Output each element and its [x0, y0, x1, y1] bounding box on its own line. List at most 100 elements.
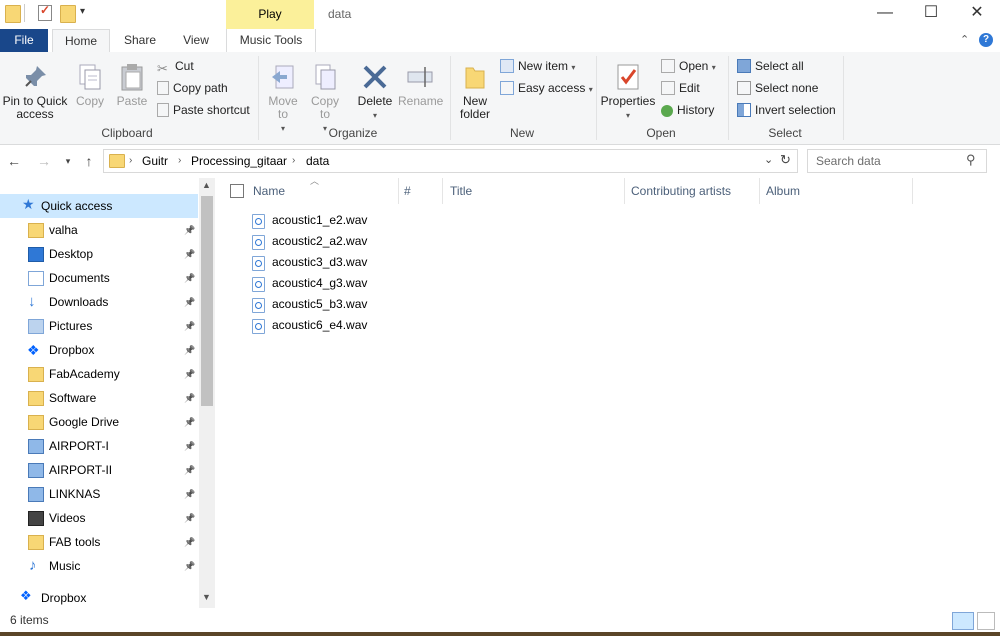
nav-item-valha[interactable]: valha 📌 [0, 218, 198, 242]
pin-icon[interactable]: 📌 [184, 530, 195, 554]
nav-item-videos[interactable]: Videos 📌 [0, 506, 198, 530]
new-folder-qat-icon[interactable] [60, 5, 76, 23]
nav-item-airport-i[interactable]: AIRPORT-I 📌 [0, 434, 198, 458]
easy-access-button[interactable]: Easy access ▾ [500, 78, 593, 98]
pin-quick-access-button[interactable]: Pin to Quick access [2, 62, 68, 121]
nav-item-dropbox[interactable]: ❖ Dropbox 📌 [0, 338, 198, 362]
scroll-up-icon[interactable]: ▲ [202, 180, 211, 190]
nav-item-quick-access[interactable]: ★ Quick access [0, 194, 198, 218]
desktop-icon [28, 247, 44, 262]
paste-button[interactable]: Paste [112, 62, 152, 108]
open-button[interactable]: Open ▾ [661, 56, 716, 76]
pin-icon[interactable]: 📌 [184, 458, 195, 482]
nav-item-documents[interactable]: Documents 📌 [0, 266, 198, 290]
scroll-down-icon[interactable]: ▼ [202, 592, 211, 602]
nav-item-desktop[interactable]: Desktop 📌 [0, 242, 198, 266]
column-album[interactable]: Album [766, 178, 913, 204]
nav-item-linknas[interactable]: LINKNAS 📌 [0, 482, 198, 506]
pin-icon[interactable]: 📌 [184, 242, 195, 266]
column-title[interactable]: Title [450, 178, 625, 204]
file-row[interactable]: acoustic5_b3.wav [252, 294, 372, 315]
qat-dropdown-icon[interactable]: ▾ [80, 6, 85, 17]
history-button[interactable]: History [661, 100, 714, 120]
file-row[interactable]: acoustic4_g3.wav [252, 273, 372, 294]
column-name[interactable]: Name [253, 178, 399, 204]
search-icon[interactable]: ⚲ [966, 152, 976, 168]
file-row[interactable]: acoustic6_e4.wav [252, 315, 372, 336]
select-none-button[interactable]: Select none [737, 78, 818, 98]
file-row[interactable]: acoustic2_a2.wav [252, 231, 372, 252]
new-folder-button[interactable]: New folder [455, 62, 495, 121]
invert-selection-button[interactable]: Invert selection [737, 100, 836, 120]
maximize-button[interactable]: ☐ [908, 0, 954, 29]
copy-to-button[interactable]: Copy to ▾ [306, 62, 344, 135]
nav-item-software[interactable]: Software 📌 [0, 386, 198, 410]
nav-item-airport-ii[interactable]: AIRPORT-II 📌 [0, 458, 198, 482]
pin-icon[interactable]: 📌 [184, 506, 195, 530]
pin-icon[interactable]: 📌 [184, 554, 195, 578]
file-row[interactable]: acoustic3_d3.wav [252, 252, 372, 273]
properties-qat-icon[interactable]: ✓ [38, 3, 52, 21]
nav-item-fabacademy[interactable]: FabAcademy 📌 [0, 362, 198, 386]
minimize-button[interactable]: — [862, 0, 908, 29]
select-all-checkbox[interactable] [230, 184, 244, 198]
chevron-right-icon[interactable]: › [129, 150, 132, 172]
column-contributing-artists[interactable]: Contributing artists [631, 178, 760, 204]
back-arrow-icon[interactable]: ← [4, 151, 24, 171]
pin-icon[interactable]: 📌 [184, 218, 195, 242]
select-all-button[interactable]: Select all [737, 56, 804, 76]
column-number[interactable]: # [404, 178, 443, 204]
search-placeholder: Search data [816, 154, 881, 168]
copy-path-button[interactable]: Copy path [157, 78, 228, 98]
address-dropdown-icon[interactable]: ⌄ [764, 153, 773, 166]
rename-button[interactable]: Rename [398, 62, 443, 108]
nav-item-dropbox-root[interactable]: ❖ Dropbox [0, 586, 198, 610]
breadcrumb-guitr[interactable]: Guitr [142, 150, 168, 172]
refresh-icon[interactable]: ↻ [780, 152, 791, 168]
breadcrumb-processing-gitaar[interactable]: Processing_gitaar [191, 150, 287, 172]
details-view-icon[interactable] [952, 612, 974, 630]
close-button[interactable]: ✕ [954, 0, 1000, 29]
forward-arrow-icon[interactable]: → [34, 151, 54, 171]
ribbon-collapse-icon[interactable]: ⌃ [960, 33, 969, 46]
paste-shortcut-button[interactable]: Paste shortcut [157, 100, 250, 120]
edit-button[interactable]: Edit [661, 78, 700, 98]
tab-home[interactable]: Home [52, 29, 110, 53]
pin-icon[interactable]: 📌 [184, 338, 195, 362]
nav-item-fab-tools[interactable]: FAB tools 📌 [0, 530, 198, 554]
pin-icon[interactable]: 📌 [184, 290, 195, 314]
breadcrumb-data[interactable]: data [306, 150, 329, 172]
pin-icon[interactable]: 📌 [184, 386, 195, 410]
recent-locations-icon[interactable]: ▾ [58, 151, 78, 171]
nav-item-music[interactable]: ♪ Music 📌 [0, 554, 198, 578]
pin-icon[interactable]: 📌 [184, 434, 195, 458]
tab-view[interactable]: View [170, 29, 222, 52]
properties-button[interactable]: Properties ▾ [600, 62, 656, 122]
chevron-right-icon[interactable]: › [292, 150, 295, 172]
large-icons-view-icon[interactable] [977, 612, 995, 630]
chevron-right-icon[interactable]: › [178, 150, 181, 172]
help-icon[interactable]: ? [979, 33, 993, 47]
nav-item-google-drive[interactable]: Google Drive 📌 [0, 410, 198, 434]
cut-button[interactable]: ✂ Cut [157, 56, 194, 76]
delete-button[interactable]: Delete ▾ [354, 62, 396, 122]
copy-button[interactable]: Copy [72, 62, 108, 108]
pin-icon[interactable]: 📌 [184, 266, 195, 290]
pin-icon[interactable]: 📌 [184, 314, 195, 338]
tab-share[interactable]: Share [114, 29, 166, 52]
contextual-tab-play[interactable]: Play [226, 0, 314, 29]
tab-music-tools[interactable]: Music Tools [226, 29, 316, 52]
nav-scrollbar-thumb[interactable] [201, 196, 213, 406]
pin-icon[interactable]: 📌 [184, 362, 195, 386]
pin-icon[interactable]: 📌 [184, 410, 195, 434]
tab-file[interactable]: File [0, 29, 48, 52]
up-arrow-icon[interactable]: ↑ [79, 151, 99, 171]
move-to-button[interactable]: Move to ▾ [264, 62, 302, 135]
pin-icon[interactable]: 📌 [184, 482, 195, 506]
search-input[interactable]: Search data ⚲ [807, 149, 987, 173]
nav-item-downloads[interactable]: ↓ Downloads 📌 [0, 290, 198, 314]
file-row[interactable]: acoustic1_e2.wav [252, 210, 372, 231]
new-item-button[interactable]: New item ▾ [500, 56, 575, 76]
nav-item-pictures[interactable]: Pictures 📌 [0, 314, 198, 338]
address-bar[interactable]: › Guitr › Processing_gitaar › data ⌄ ↻ [103, 149, 798, 173]
